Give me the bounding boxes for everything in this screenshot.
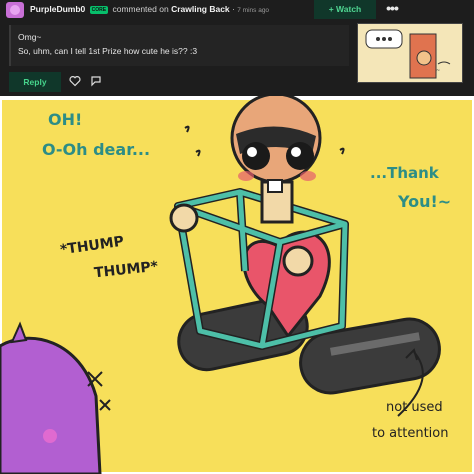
comment-body: Omg~ So, uhm, can I tell 1st Prize how c… — [9, 25, 349, 66]
comment-action: commented on — [112, 4, 169, 14]
deviation-title-link[interactable]: Crawling Back — [171, 4, 230, 14]
flag-icon[interactable] — [90, 75, 102, 87]
reply-button[interactable]: Reply — [9, 72, 61, 92]
speech-you: You!~ — [398, 192, 452, 211]
speech-oh: OH! — [48, 110, 83, 129]
comment-panel: PurpleDumb0 CORE commented on Crawling B… — [0, 0, 474, 96]
avatar-face-icon — [10, 5, 20, 15]
comment-line-1: Omg~ — [18, 32, 42, 42]
deviation-thumbnail[interactable]: ~ — [357, 23, 463, 83]
dot-separator: · — [232, 4, 235, 14]
core-badge: CORE — [89, 5, 109, 14]
thumbnail-illustration: ~ — [358, 24, 462, 82]
note-not-used: not used — [386, 400, 443, 415]
comment-header: PurpleDumb0 CORE commented on Crawling B… — [30, 4, 269, 14]
heart-icon[interactable] — [69, 75, 81, 87]
watch-button[interactable]: + Watch — [314, 0, 376, 19]
speech-oh-dear: O-Oh dear... — [42, 140, 151, 159]
note-to-attention: to attention — [372, 426, 449, 441]
speech-thank: ...Thank — [370, 164, 439, 182]
user-avatar[interactable] — [6, 2, 24, 18]
username-link[interactable]: PurpleDumb0 — [30, 4, 85, 14]
comment-line-2: So, uhm, can I tell 1st Prize how cute h… — [18, 46, 198, 56]
timestamp[interactable]: 7 mins ago — [237, 7, 269, 14]
artwork-image: OH! O-Oh dear... ...Thank You!~ *THUMP T… — [0, 96, 474, 474]
svg-text:~: ~ — [436, 68, 440, 74]
more-options-button[interactable]: ••• — [384, 0, 400, 19]
